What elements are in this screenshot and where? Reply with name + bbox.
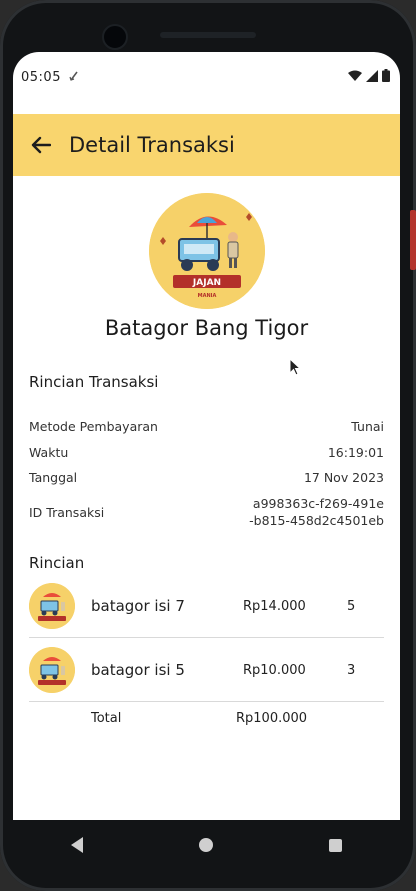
sync-icon <box>69 70 79 85</box>
payment-method-row: Metode Pembayaran Tunai <box>29 419 384 434</box>
item-thumbnail <box>29 647 75 693</box>
item-quantity: 5 <box>347 598 356 614</box>
front-camera <box>102 24 128 50</box>
time-row: Waktu 16:19:01 <box>29 445 384 460</box>
earpiece-speaker <box>160 32 256 38</box>
time-label: Waktu <box>29 445 69 460</box>
transaction-id-line-1: a998363c-f269-491e <box>252 496 384 511</box>
system-nav-bar <box>13 820 400 870</box>
transaction-id-label: ID Transaksi <box>29 504 105 520</box>
back-button[interactable] <box>27 131 55 159</box>
nav-recents-icon[interactable] <box>329 838 342 852</box>
transaction-section-title: Rincian Transaksi <box>29 373 159 391</box>
date-label: Tanggal <box>29 470 78 485</box>
mouse-cursor-icon <box>289 357 302 380</box>
nav-back-icon[interactable] <box>71 837 83 853</box>
item-name: batagor isi 7 <box>91 597 185 615</box>
status-time: 05:05 <box>21 69 61 85</box>
item-divider <box>29 637 384 638</box>
phone-frame: 05:05 Detail Transaksi JAJAN MANIA Batag… <box>0 0 416 891</box>
total-value: Rp100.000 <box>236 711 308 726</box>
battery-icon <box>382 69 390 86</box>
transaction-id-line-2: -b815-458d2c4501eb <box>249 513 384 528</box>
transaction-id-value: a998363c-f269-491e -b815-458d2c4501eb <box>249 495 384 529</box>
date-value: 17 Nov 2023 <box>303 470 384 485</box>
list-item[interactable]: batagor isi 7 Rp14.000 5 <box>29 576 384 636</box>
payment-method-label: Metode Pembayaran <box>29 419 158 434</box>
app-screen: 05:05 Detail Transaksi JAJAN MANIA Batag… <box>13 52 400 820</box>
item-name: batagor isi 5 <box>91 661 185 679</box>
arrow-left-icon <box>31 136 51 154</box>
store-logo: JAJAN MANIA <box>149 193 265 309</box>
item-price: Rp14.000 <box>243 598 306 614</box>
signal-icon <box>366 69 378 86</box>
item-price: Rp10.000 <box>243 662 306 678</box>
logo-text-mania: MANIA <box>198 293 217 299</box>
total-label: Total <box>91 711 122 726</box>
wifi-icon <box>348 70 362 86</box>
power-button <box>410 210 416 270</box>
transaction-id-row: ID Transaksi a998363c-f269-491e -b815-45… <box>29 495 384 529</box>
payment-method-value: Tunai <box>351 419 384 434</box>
app-bar: Detail Transaksi <box>13 114 400 176</box>
status-icons <box>348 69 390 86</box>
item-thumbnail <box>29 583 75 629</box>
date-row: Tanggal 17 Nov 2023 <box>29 470 384 485</box>
time-value: 16:19:01 <box>327 445 384 460</box>
status-bar: 05:05 <box>13 52 400 102</box>
page-title: Detail Transaksi <box>69 133 235 157</box>
store-name: Batagor Bang Tigor <box>104 316 309 340</box>
list-item[interactable]: batagor isi 5 Rp10.000 3 <box>29 640 384 700</box>
item-quantity: 3 <box>347 662 356 678</box>
logo-text-jajan: JAJAN <box>192 278 221 288</box>
item-divider <box>29 701 384 702</box>
details-section-title: Rincian <box>29 554 85 572</box>
nav-home-icon[interactable] <box>199 838 213 852</box>
